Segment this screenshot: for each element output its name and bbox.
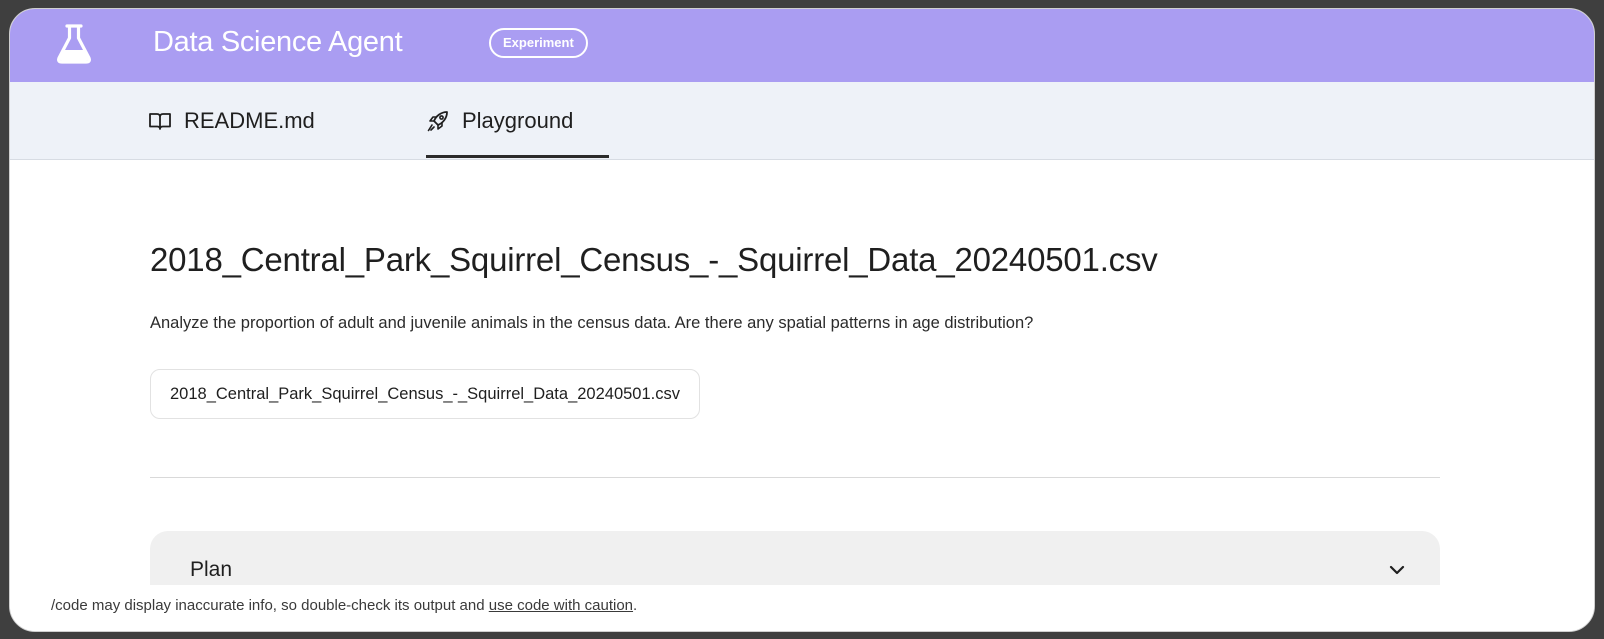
tab-readme[interactable]: README.md xyxy=(148,82,315,159)
disclaimer-bar: /code may display inaccurate info, so do… xyxy=(10,585,1594,631)
tab-bar: README.md Playground xyxy=(10,82,1594,160)
plan-label: Plan xyxy=(190,558,233,581)
tab-readme-label: README.md xyxy=(184,107,315,133)
rocket-icon xyxy=(427,110,448,131)
flask-icon xyxy=(57,24,91,64)
chevron-down-icon[interactable] xyxy=(1388,561,1406,579)
file-chip[interactable]: 2018_Central_Park_Squirrel_Census_-_Squi… xyxy=(150,369,700,419)
experiment-badge: Experiment xyxy=(489,28,588,58)
disclaimer-text: /code may display inaccurate info, so do… xyxy=(51,597,637,614)
disclaimer-main: /code may display inaccurate info, so do… xyxy=(51,597,489,614)
active-tab-indicator xyxy=(426,155,609,158)
page-title: 2018_Central_Park_Squirrel_Census_-_Squi… xyxy=(150,241,1158,278)
top-app-bar: Data Science Agent Experiment xyxy=(10,9,1594,82)
divider xyxy=(150,477,1440,478)
tab-playground-label: Playground xyxy=(462,107,574,133)
app-title: Data Science Agent xyxy=(153,26,403,58)
caution-link[interactable]: use code with caution xyxy=(489,597,633,614)
disclaimer-end: . xyxy=(633,597,638,614)
app-window: Data Science Agent Experiment README.md … xyxy=(9,8,1595,632)
tab-playground[interactable]: Playground xyxy=(426,82,573,159)
prompt-text: Analyze the proportion of adult and juve… xyxy=(150,314,1034,332)
book-icon xyxy=(149,112,171,130)
